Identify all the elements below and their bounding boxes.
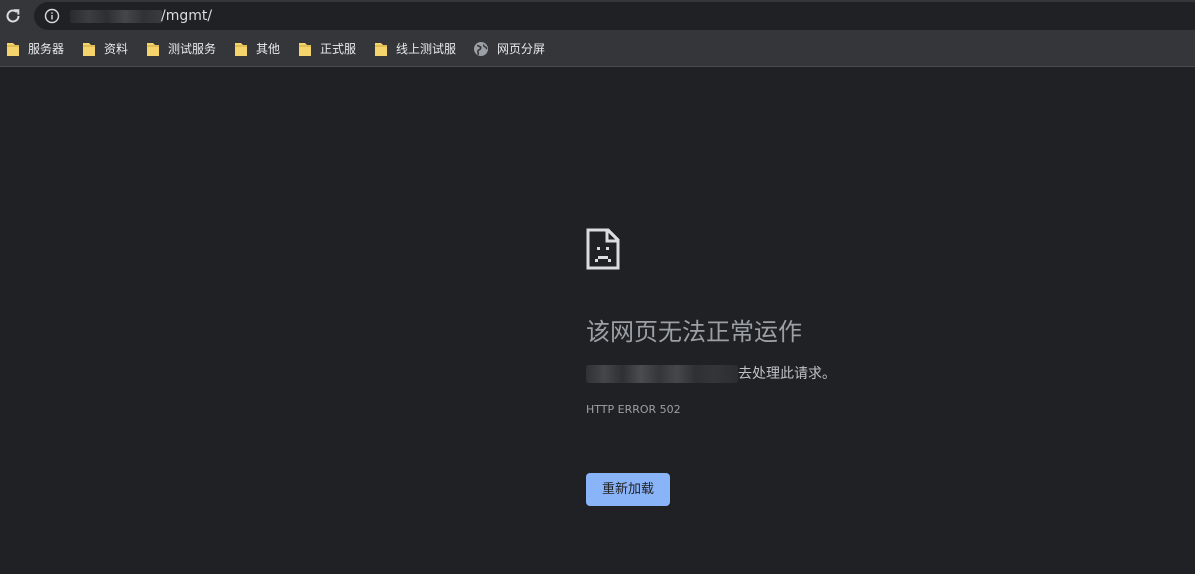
folder-icon	[6, 41, 20, 57]
bookmark-test-services[interactable]: 测试服务	[146, 40, 216, 58]
url-text[interactable]: /mgmt/	[161, 7, 212, 25]
bookmark-label: 资料	[104, 42, 129, 56]
bookmark-label: 正式服	[320, 42, 357, 56]
reload-button[interactable]: 重新加载	[586, 473, 670, 506]
globe-icon	[473, 41, 489, 57]
folder-icon	[146, 41, 160, 57]
url-redacted-host	[70, 10, 162, 23]
bookmark-servers[interactable]: 服务器	[6, 40, 64, 58]
error-description: 去处理此请求。	[586, 364, 836, 384]
bookmark-label: 服务器	[28, 42, 65, 56]
bookmark-label: 测试服务	[168, 42, 217, 56]
folder-icon	[298, 41, 312, 57]
info-icon[interactable]	[44, 8, 60, 24]
bookmarks-bar: 服务器 资料 测试服务 其他 正式服 线上测试服 网页分屏	[0, 32, 1195, 67]
error-page: 该网页无法正常运作 去处理此请求。 HTTP ERROR 502 重新加载	[0, 67, 1195, 574]
folder-icon	[374, 41, 388, 57]
bookmark-online-test[interactable]: 线上测试服	[374, 40, 456, 58]
bookmark-label: 网页分屏	[497, 42, 546, 56]
error-code: HTTP ERROR 502	[586, 403, 681, 416]
bookmark-label: 线上测试服	[396, 42, 457, 56]
bookmark-docs[interactable]: 资料	[82, 40, 128, 58]
folder-icon	[82, 41, 96, 57]
redacted-host	[586, 365, 738, 383]
browser-toolbar: /mgmt/	[0, 0, 1195, 32]
folder-icon	[234, 41, 248, 57]
bookmark-label: 其他	[256, 42, 281, 56]
address-bar[interactable]: /mgmt/	[34, 2, 1195, 30]
bookmark-production[interactable]: 正式服	[298, 40, 356, 58]
sad-page-icon	[586, 228, 620, 270]
error-title: 该网页无法正常运作	[586, 318, 802, 346]
bookmark-split-screen[interactable]: 网页分屏	[473, 40, 545, 58]
reload-icon[interactable]	[3, 6, 23, 26]
bookmark-other[interactable]: 其他	[234, 40, 280, 58]
error-description-text: 去处理此请求。	[738, 366, 836, 382]
